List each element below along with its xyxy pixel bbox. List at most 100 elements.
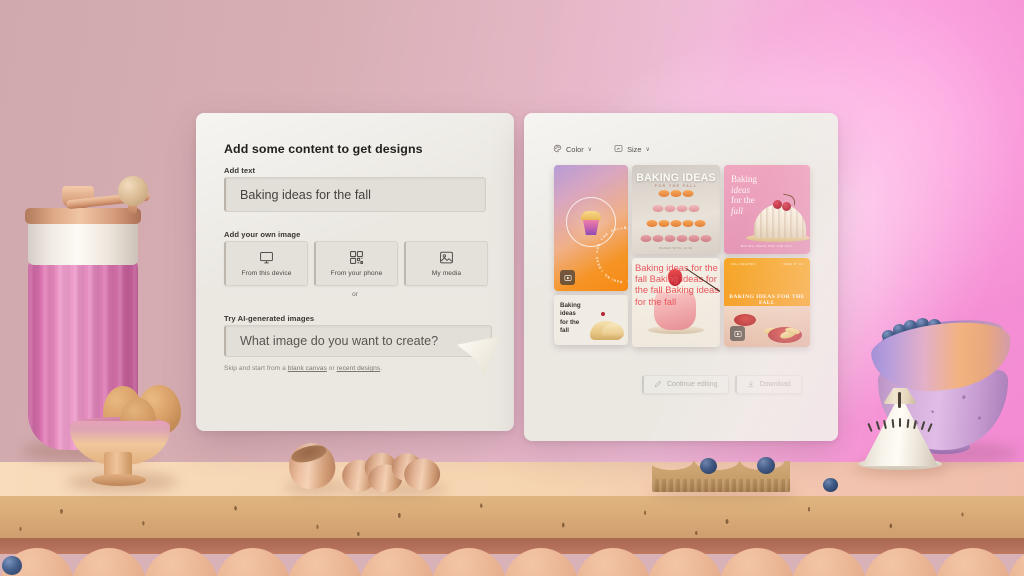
macaron	[676, 235, 688, 242]
ring-text-char: A	[627, 226, 628, 230]
from-this-device-label: From this device	[241, 270, 292, 277]
size-filter-dropdown[interactable]: Size ∨	[614, 144, 650, 155]
ai-prompt-placeholder: What image do you want to create?	[240, 334, 439, 348]
timer-tick	[899, 418, 901, 427]
design-card-text: Baking ideas for the fall	[731, 174, 757, 216]
design-card-pink-dome[interactable]: Baking ideas for the fall BAKING IDEAS F…	[724, 165, 810, 254]
design-card-text-line: ideas	[560, 310, 576, 318]
add-text-value: Baking ideas for the fall	[240, 187, 371, 202]
download-icon	[747, 380, 755, 390]
macaron	[664, 205, 676, 212]
skip-note: Skip and start from a blank canvas or re…	[224, 365, 382, 372]
design-card-subtitle: FOR THE FALL	[654, 184, 698, 188]
monitor-icon	[259, 250, 274, 265]
design-card-orange-banner[interactable]: FALL RECIPES ISSUE N° 04 BAKING IDEAS FO…	[724, 258, 810, 347]
copper-flower-cutter	[341, 449, 443, 494]
timer-tick	[906, 419, 909, 429]
blank-canvas-link[interactable]: blank canvas	[288, 365, 327, 372]
video-badge	[560, 270, 575, 285]
skip-suffix: .	[380, 365, 383, 372]
design-card-repeated-text[interactable]: Baking ideas for the fall Baking ideas f…	[632, 258, 720, 347]
line-2: ideas	[731, 184, 750, 195]
line-3: for the	[731, 195, 755, 205]
macaron	[652, 205, 664, 212]
macaron	[658, 220, 670, 227]
timer-tick-marks	[867, 418, 933, 434]
macaron	[694, 220, 706, 227]
counter-edge	[0, 496, 1024, 540]
cherry	[782, 202, 791, 211]
size-filter-label: Size	[627, 145, 642, 154]
ring-text-char: L	[616, 226, 620, 231]
design-card-small-baking-ideas[interactable]: Baking ideas for the fall	[554, 295, 628, 345]
grinder-white-band	[28, 219, 138, 265]
blueberry	[700, 458, 717, 474]
grinder-crank-knob	[118, 176, 148, 206]
banner-top-right-text: ISSUE N° 04	[782, 262, 803, 266]
design-card-gradient-cupcake[interactable]: BAKING IDEAS FOR THE FALL BAKING IDEAS F…	[554, 165, 628, 291]
pencil-icon	[654, 380, 662, 390]
design-card-footer: BAKED WITH LOVE	[659, 246, 693, 250]
design-results-panel: Color ∨ Size ∨ BAKING IDEAS FOR THE FALL…	[524, 113, 838, 441]
macaron-tower-illustration	[640, 190, 712, 250]
design-card-text-line: Baking	[560, 302, 581, 309]
dome-dessert	[754, 204, 806, 238]
macaron	[682, 220, 694, 227]
ring-text-char: L	[626, 279, 628, 284]
design-card-title: BAKING IDEAS	[636, 172, 716, 184]
macaron	[670, 190, 682, 197]
design-card-text-line: fall	[560, 327, 569, 335]
add-text-input[interactable]: Baking ideas for the fall	[224, 177, 486, 212]
download-button[interactable]: Download	[734, 375, 802, 394]
macaron	[676, 205, 688, 212]
design-toolbar: Color ∨ Size ∨	[553, 144, 650, 155]
content-input-panel: Add some content to get designs Add text…	[196, 113, 514, 431]
timer-tick	[867, 422, 873, 432]
color-filter-dropdown[interactable]: Color ∨	[553, 144, 592, 155]
line-4: fall	[731, 205, 744, 216]
blueberry	[823, 478, 838, 492]
add-text-label: Add text	[224, 166, 256, 175]
macaron	[640, 235, 652, 242]
macaron-tier	[646, 220, 706, 227]
from-your-phone-button[interactable]: From your phone	[314, 241, 398, 286]
ai-prompt-input[interactable]: What image do you want to create?	[224, 325, 492, 357]
grinder-lid	[25, 208, 141, 224]
resize-icon	[614, 144, 623, 155]
ai-images-label: Try AI-generated images	[224, 314, 315, 323]
screenshot-stage: Add some content to get designs Add text…	[0, 0, 1024, 576]
add-image-label: Add your own image	[224, 230, 301, 239]
timer-dial-marker	[898, 392, 901, 408]
timer-tick	[913, 420, 917, 430]
banner-top-left-text: FALL RECIPES	[731, 262, 756, 266]
timer-tick	[875, 421, 880, 431]
design-card-text-line: for the	[560, 318, 580, 326]
macaron	[688, 235, 700, 242]
macaron-tier	[652, 205, 700, 212]
macaron	[652, 235, 664, 242]
design-card-footer: BAKING IDEAS FOR THE FALL	[740, 244, 794, 248]
my-media-button[interactable]: My media	[404, 241, 488, 286]
macaron-tier	[658, 190, 694, 197]
cupcake-illustration	[580, 211, 602, 235]
chevron-down-icon: ∨	[645, 147, 650, 153]
continue-editing-button[interactable]: Continue editing	[642, 375, 729, 394]
video-badge	[730, 326, 745, 341]
ring-text-char: L	[620, 225, 624, 231]
ring-text-char: F	[595, 250, 600, 253]
design-card-title: BAKING IDEAS FOR THE FALL	[729, 294, 805, 306]
timer-tick	[883, 420, 887, 430]
macaron	[700, 235, 712, 242]
macaron	[664, 235, 676, 242]
macaron	[670, 220, 682, 227]
qr-code-icon	[349, 250, 364, 265]
design-card-macaron-tower[interactable]: BAKING IDEAS FOR THE FALL BAKED WITH LOV…	[632, 165, 720, 254]
macaron	[658, 190, 670, 197]
blueberry	[757, 457, 775, 474]
skip-middle: or	[326, 365, 337, 372]
from-this-device-button[interactable]: From this device	[224, 241, 308, 286]
cupcake-photo	[588, 310, 624, 340]
from-your-phone-label: From your phone	[330, 270, 383, 277]
recent-designs-link[interactable]: recent designs	[337, 365, 381, 372]
image-source-options: From this device From your phone My medi…	[224, 241, 488, 286]
